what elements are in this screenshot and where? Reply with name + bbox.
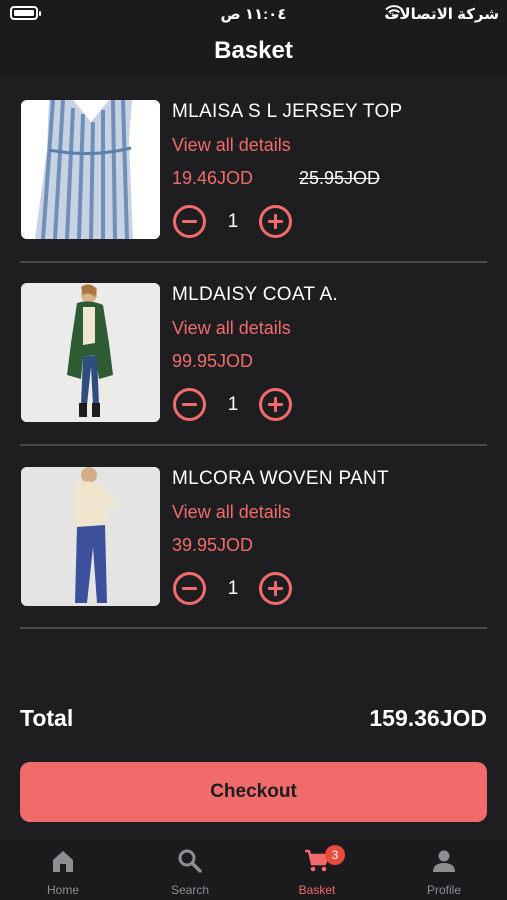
carrier-name: شركة الاتصالات: [384, 6, 499, 23]
item-divider: [20, 444, 487, 446]
tab-label: Basket: [298, 883, 336, 897]
status-bar: ١١:٠٤ ص شركة الاتصالات: [0, 0, 507, 28]
view-details-link[interactable]: View all details: [172, 502, 291, 523]
view-details-link[interactable]: View all details: [172, 135, 291, 156]
woven-pant-model-image: [21, 467, 160, 606]
increase-quantity-button[interactable]: [259, 205, 292, 238]
tab-label: Search: [170, 883, 210, 897]
original-price: 25.95JOD: [299, 168, 381, 188]
quantity-value: 1: [227, 394, 239, 415]
sale-price: 39.95JOD: [172, 535, 254, 555]
product-image[interactable]: [21, 100, 160, 239]
product-name[interactable]: MLDAISY COAT A.: [172, 284, 338, 306]
green-coat-model-image: [21, 283, 160, 422]
checkout-button[interactable]: Checkout: [20, 762, 487, 822]
increase-quantity-button[interactable]: [259, 572, 292, 605]
total-value: 159.36JOD: [369, 705, 487, 731]
cart-count-badge: 3: [325, 845, 345, 865]
product-image[interactable]: [21, 283, 160, 422]
decrease-quantity-button[interactable]: [173, 205, 206, 238]
page-title: Basket: [214, 37, 293, 64]
basket-item: MLAISA S L JERSEY TOP View all details 1…: [21, 100, 487, 240]
search-icon: [178, 849, 202, 873]
tab-label: Home: [46, 883, 79, 897]
decrease-quantity-button[interactable]: [173, 572, 206, 605]
tab-profile[interactable]: Profile: [381, 840, 507, 900]
basket-item: MLCORA WOVEN PANT View all details 39.95…: [21, 467, 487, 607]
tab-label: Profile: [426, 883, 461, 897]
tab-home[interactable]: Home: [0, 840, 126, 900]
app-header: ١١:٠٤ ص شركة الاتصالات Basket: [0, 0, 507, 78]
product-name[interactable]: MLCORA WOVEN PANT: [172, 468, 389, 490]
quantity-value: 1: [227, 578, 239, 599]
bottom-tab-bar: Home Search 3 Basket Profile: [0, 840, 507, 900]
tab-basket[interactable]: 3 Basket: [254, 840, 380, 900]
product-name[interactable]: MLAISA S L JERSEY TOP: [172, 101, 403, 123]
product-image[interactable]: [21, 467, 160, 606]
increase-quantity-button[interactable]: [259, 388, 292, 421]
item-divider: [20, 261, 487, 263]
decrease-quantity-button[interactable]: [173, 388, 206, 421]
total-label: Total: [20, 705, 74, 731]
basket-item: MLDAISY COAT A. View all details 99.95JO…: [21, 283, 487, 423]
sale-price: 19.46JOD: [172, 168, 254, 188]
quantity-value: 1: [227, 211, 239, 232]
sale-price: 99.95JOD: [172, 351, 254, 371]
tab-search[interactable]: Search: [127, 840, 253, 900]
home-icon: [53, 851, 73, 872]
item-divider: [20, 627, 487, 629]
view-details-link[interactable]: View all details: [172, 318, 291, 339]
person-icon: [433, 850, 455, 872]
striped-dress-image: [21, 100, 160, 239]
